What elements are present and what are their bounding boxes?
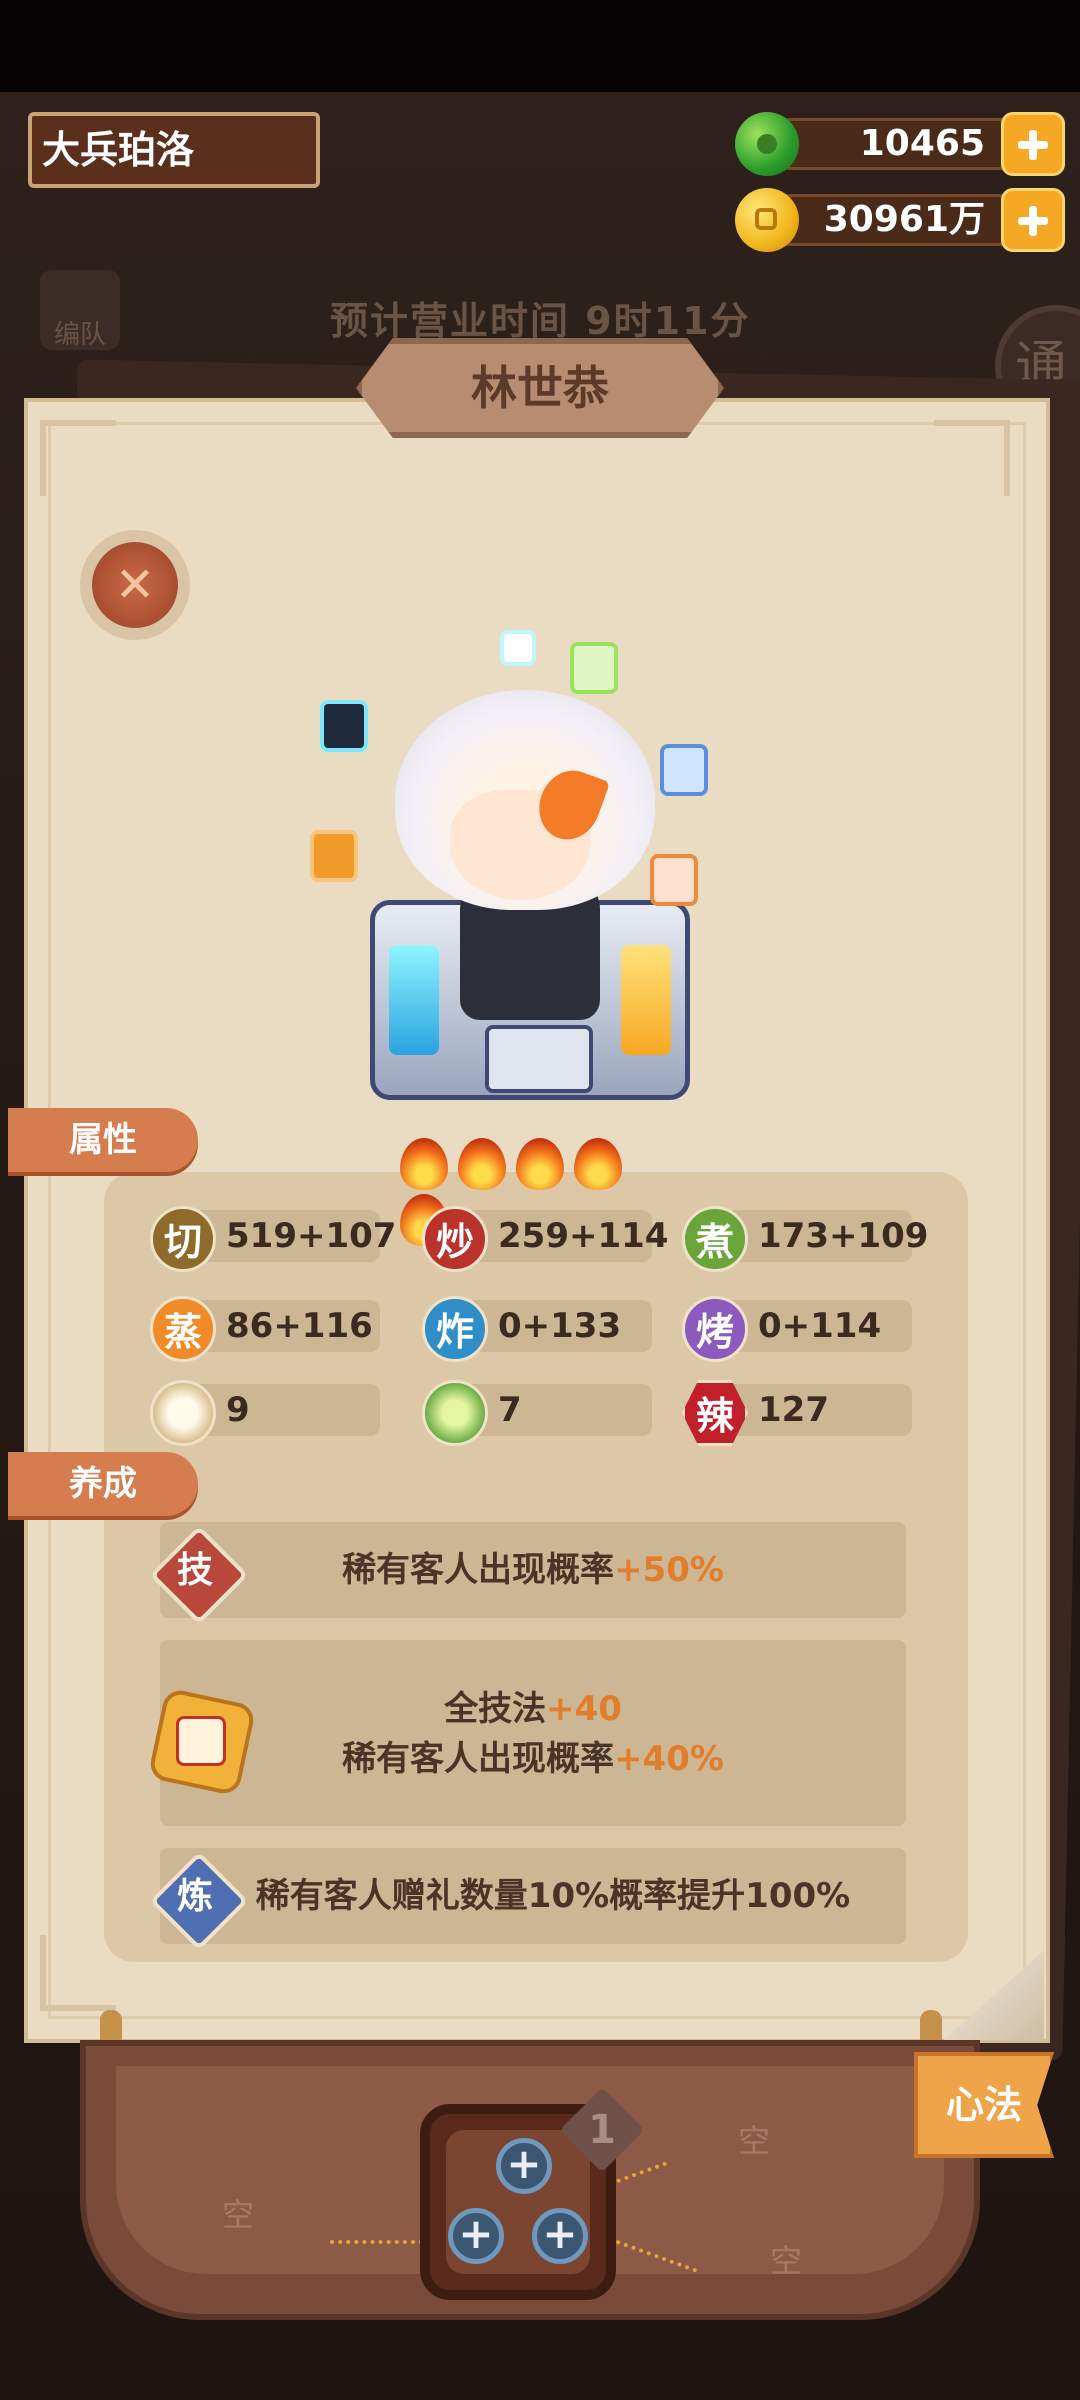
add-coin-button[interactable] [1001,188,1065,252]
tab-attributes[interactable]: 属性 [8,1108,198,1172]
stat-bake-value: 0+114 [758,1306,882,1346]
refine-icon: 炼 [149,1851,249,1951]
jade-value: 10465 [859,123,985,164]
ultimate-line2: 稀有客人出现概率+40% [342,1739,724,1779]
skill-icon: 技 [149,1525,249,1625]
carrot-icon [650,854,698,906]
corner-ornament [40,420,116,496]
jade-counter: 10465 [735,112,1065,176]
keyboard-icon [485,1025,593,1093]
rarity-stars [400,1138,680,1246]
chef-portrait[interactable] [310,620,720,1100]
refine-row[interactable]: 稀有客人赠礼数量10%概率提升100% [160,1848,906,1944]
stat-spicy-value: 127 [758,1390,829,1430]
chef-type-badge[interactable] [80,530,190,640]
stat-flour: 9 [150,1380,390,1446]
coin-value: 30961万 [823,199,985,240]
jade-icon [735,112,799,176]
stat-vegetable: 7 [422,1380,662,1446]
steam-icon: 蒸 [150,1296,216,1362]
skill-text: 稀有客人出现概率+50% [342,1550,724,1590]
pepper-icon [570,642,618,694]
flour-bowl-icon [150,1380,216,1446]
deepfry-icon: 炸 [422,1296,488,1362]
stat-steam-value: 86+116 [226,1306,373,1346]
business-time-text: 预计营业时间 9时11分 [330,299,751,343]
stat-flour-value: 9 [226,1390,250,1430]
stat-cut: 切 519+107 [150,1206,396,1272]
empty-slot-label[interactable]: 空 [222,2190,254,2236]
stat-spicy: 辣 127 [682,1380,922,1446]
corner-ornament [40,1935,116,2011]
stat-vegetable-value: 7 [498,1390,522,1430]
tab-cultivation[interactable]: 养成 [8,1452,198,1516]
sparkle-icon [500,630,536,666]
boil-icon: 煮 [682,1206,748,1272]
ultimate-skill-row[interactable]: 全技法+40 稀有客人出现概率+40% [160,1640,906,1826]
stat-deepfry: 炸 0+133 [422,1296,662,1362]
stat-steam: 蒸 86+116 [150,1296,390,1362]
slot-level: 1 [588,2107,616,2153]
cut-icon: 切 [150,1206,216,1272]
stat-bake: 烤 0+114 [682,1296,922,1362]
add-slot-button[interactable]: + [448,2208,504,2264]
coin-counter: 30961万 [735,188,1065,252]
chef-name: 林世恭 [471,361,609,415]
coin-icon [735,188,799,252]
water-drop-icon [320,700,368,752]
mind-method-button[interactable]: 心法 [914,2052,1054,2158]
stat-boil-value: 173+109 [758,1216,929,1256]
flame-icon [516,1138,564,1190]
status-bar [0,0,1080,92]
add-slot-button[interactable]: + [532,2208,588,2264]
stirfry-icon: 炒 [422,1206,488,1272]
stat-cut-value: 519+107 [226,1216,397,1256]
skill-row[interactable]: 稀有客人出现概率+50% [160,1522,906,1618]
flame-icon [458,1138,506,1190]
flame-icon [574,1138,622,1190]
refine-text: 稀有客人赠礼数量10%概率提升100% [255,1876,851,1916]
stat-deepfry-value: 0+133 [498,1306,622,1346]
bake-icon: 烤 [682,1296,748,1362]
corner-ornament [934,420,1010,496]
team-badge: 编队 [40,270,120,350]
add-slot-button[interactable]: + [496,2138,552,2194]
empty-slot-label[interactable]: 空 [770,2236,802,2282]
player-name[interactable]: 大兵珀洛 [28,112,320,188]
empty-slot-label[interactable]: 空 [738,2116,770,2162]
ultimate-scroll-icon [147,1687,257,1797]
crossed-knives-icon [92,542,178,628]
flame-icon [400,1138,448,1190]
cabbage-icon [422,1380,488,1446]
dumpling-icon [660,744,708,796]
ultimate-line1: 全技法+40 [444,1689,622,1729]
stat-stirfry-value: 259+114 [498,1216,669,1256]
stat-stirfry: 炒 259+114 [422,1206,668,1272]
add-jade-button[interactable] [1001,112,1065,176]
orange-bag-icon [310,830,358,882]
stat-boil: 煮 173+109 [682,1206,928,1272]
